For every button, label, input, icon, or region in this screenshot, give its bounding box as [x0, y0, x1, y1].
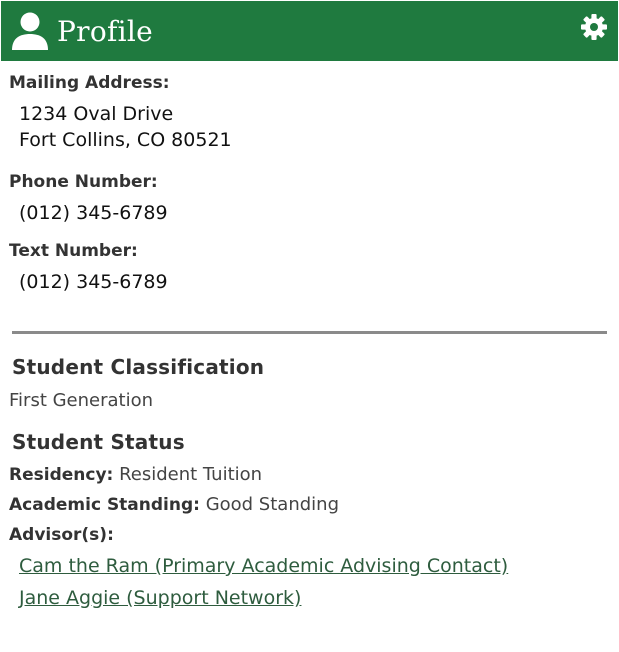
- gear-icon[interactable]: [580, 13, 608, 41]
- profile-header: Profile: [1, 1, 618, 61]
- phone-label: Phone Number:: [9, 172, 158, 192]
- academic-standing-row: Academic Standing: Good Standing: [9, 494, 339, 515]
- advisor-link-support[interactable]: Jane Aggie (Support Network): [19, 587, 301, 609]
- phone-section: Phone Number: (012) 345-6789: [9, 172, 609, 226]
- mailing-address-label: Mailing Address:: [9, 73, 170, 93]
- advisor-link-primary[interactable]: Cam the Ram (Primary Academic Advising C…: [19, 555, 508, 577]
- residency-row: Residency: Resident Tuition: [9, 464, 262, 485]
- academic-standing-label: Academic Standing:: [9, 495, 200, 515]
- academic-standing-value: Good Standing: [205, 494, 339, 515]
- mailing-address-line2: Fort Collins, CO 80521: [19, 129, 232, 151]
- mailing-address-line1: 1234 Oval Drive: [19, 103, 174, 125]
- residency-value: Resident Tuition: [119, 464, 263, 485]
- status-heading: Student Status: [12, 430, 185, 454]
- classification-value: First Generation: [9, 390, 154, 411]
- text-number-label: Text Number:: [9, 241, 138, 261]
- text-number-section: Text Number: (012) 345-6789: [9, 241, 609, 295]
- advisors-row: Advisor(s):: [9, 524, 114, 545]
- text-number-value: (012) 345-6789: [19, 271, 168, 293]
- phone-value: (012) 345-6789: [19, 202, 168, 224]
- classification-heading: Student Classification: [12, 355, 265, 379]
- mailing-address-value: 1234 Oval Drive Fort Collins, CO 80521: [19, 101, 609, 153]
- mailing-address-section: Mailing Address: 1234 Oval Drive Fort Co…: [9, 73, 609, 153]
- section-divider: [12, 331, 607, 334]
- residency-label: Residency:: [9, 465, 114, 485]
- advisors-label: Advisor(s):: [9, 525, 114, 545]
- person-icon: [12, 12, 48, 50]
- page-title: Profile: [57, 15, 154, 48]
